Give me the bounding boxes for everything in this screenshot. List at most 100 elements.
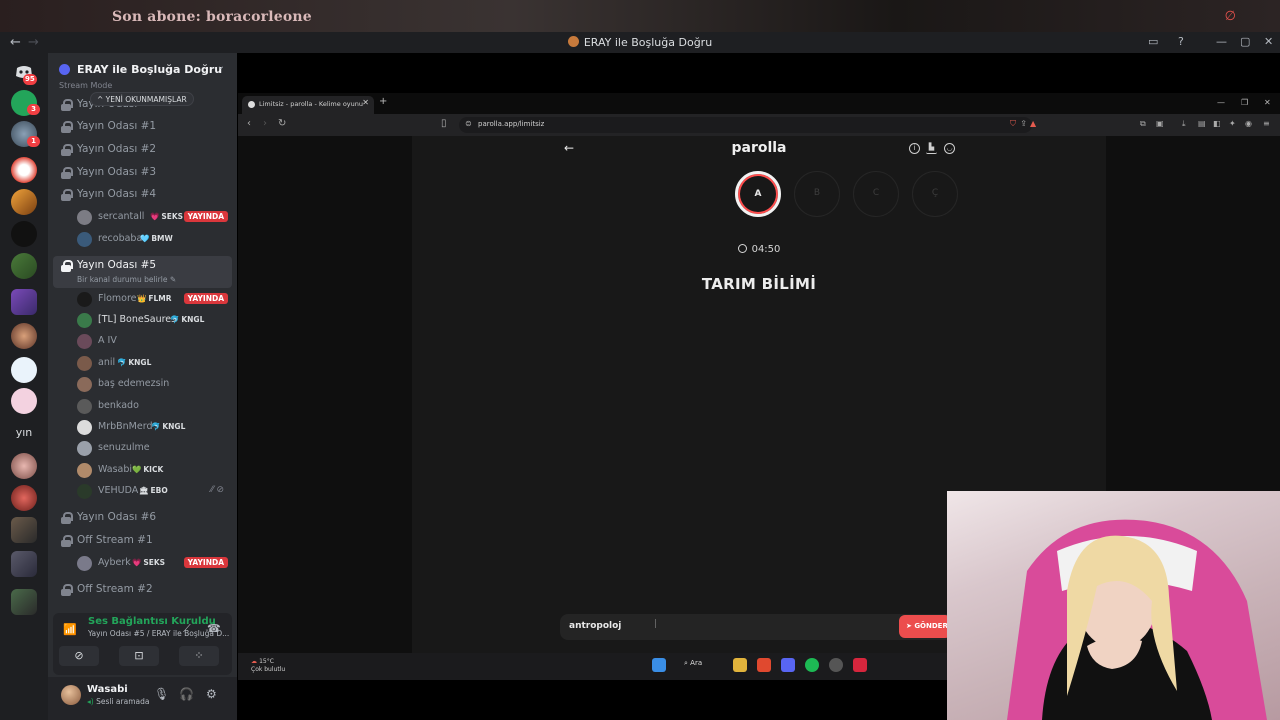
clan-tag: 💗 SEKS — [150, 212, 183, 221]
disconnect-icon[interactable]: ☎ — [207, 622, 221, 635]
voice-user-anil[interactable]: anil 🐬 KNGL — [77, 353, 232, 373]
activities-button[interactable]: ⁘ — [179, 646, 219, 666]
server-icon-4[interactable] — [11, 189, 37, 215]
brand-logo-icon: ∅ — [1224, 9, 1236, 24]
start-icon[interactable] — [652, 658, 666, 672]
server-icon-7[interactable] — [11, 323, 37, 349]
channel-yayin-odasi-1[interactable]: Yayın Odası #1 — [53, 117, 232, 137]
server-icon-8[interactable] — [11, 357, 37, 383]
site-info-icon[interactable]: ⊜ — [465, 119, 472, 128]
headphones-icon[interactable]: 🎧 — [179, 687, 194, 701]
channel-status-hint[interactable]: Bir kanal durumu belirle ✎ — [77, 275, 176, 284]
server-icon-11[interactable] — [11, 485, 37, 511]
minimize-button[interactable]: — — [1216, 35, 1227, 48]
server-folder-icon-4[interactable] — [11, 589, 37, 615]
tab-close-icon[interactable]: ✕ — [362, 98, 369, 107]
obs-icon[interactable] — [829, 658, 843, 672]
voice-user-benkado[interactable]: benkado — [77, 396, 232, 416]
app-taskbar-icon[interactable] — [853, 658, 867, 672]
server-icon-6[interactable] — [11, 253, 37, 279]
channel-off-stream-1[interactable]: Off Stream #1 — [53, 531, 232, 551]
server-icon-10[interactable] — [11, 453, 37, 479]
extensions-icon[interactable]: ⧉ — [1140, 119, 1146, 129]
browser-close-button[interactable]: ✕ — [1264, 98, 1271, 107]
profile-icon[interactable]: ◡ — [944, 143, 955, 154]
server-icon-5[interactable] — [11, 221, 37, 247]
weather-widget[interactable]: ☁ 15°C Çok bulutlu — [251, 658, 285, 674]
taskbar-search[interactable]: ⌕ Ara — [684, 659, 702, 668]
voice-user-flomore[interactable]: Flomore 👑 FLMR YAYINDA — [77, 289, 232, 309]
server-icon-3[interactable] — [11, 157, 37, 183]
brave-rewards-icon[interactable]: ▲ — [1030, 119, 1036, 128]
leo-ai-icon[interactable]: ✦ — [1229, 119, 1236, 128]
brave-browser-icon[interactable] — [757, 658, 771, 672]
browser-back-icon[interactable]: ‹ — [247, 118, 251, 129]
screen-share-button[interactable]: ⊡ — [119, 646, 159, 666]
tab-title: Limitsiz - parolla - Kelime oyunu — [259, 100, 364, 108]
avatar[interactable] — [61, 685, 81, 705]
wallet-icon[interactable]: ◧ — [1213, 119, 1221, 128]
browser-tab[interactable]: Limitsiz - parolla - Kelime oyunu ✕ — [242, 96, 374, 114]
voice-user-wasabi[interactable]: Wasabi 💚 KICK — [77, 460, 232, 480]
gear-icon[interactable]: ⚙ — [206, 687, 217, 701]
new-tab-icon[interactable]: + — [379, 96, 387, 107]
channel-status-text: Bir kanal durumu belirle — [77, 275, 168, 284]
channel-yayin-odasi-4[interactable]: Yayın Odası #4 — [53, 185, 232, 205]
voice-user-bonesaures[interactable]: [TL] BoneSaures 🐬 KNGL — [77, 310, 232, 330]
clan-dolphin-icon: 🐬 — [170, 315, 180, 324]
bookmark-icon[interactable]: ▯ — [441, 118, 447, 129]
chevron-down-icon[interactable]: ⌄ — [217, 61, 225, 72]
share-icon[interactable]: ⇪ — [1020, 119, 1027, 128]
server-folder-icon-2[interactable] — [11, 517, 37, 543]
channel-yayin-odasi-6[interactable]: Yayın Odası #6 — [53, 508, 232, 528]
browser-minimize-button[interactable]: — — [1217, 98, 1225, 107]
channel-label: Yayın Odası #4 — [77, 188, 157, 200]
info-icon[interactable]: i — [909, 143, 920, 154]
help-icon[interactable]: ? — [1178, 35, 1184, 48]
channel-yayin-odasi-3[interactable]: Yayın Odası #3 — [53, 163, 232, 183]
signal-icon[interactable]: 📶 — [63, 623, 77, 636]
stats-icon[interactable]: ▙ — [926, 143, 937, 154]
close-button[interactable]: ✕ — [1264, 35, 1273, 48]
channel-yayin-odasi-2[interactable]: Yayın Odası #2 — [53, 140, 232, 160]
voice-user-ayberk[interactable]: Ayberk 💗 SEKS YAYINDA — [77, 553, 232, 573]
file-explorer-icon[interactable] — [733, 658, 747, 672]
voice-user-recobaba[interactable]: recobaba 🩵 BMW — [77, 229, 232, 249]
user-name: benkado — [98, 400, 139, 411]
voice-user-mrbbnmerd[interactable]: MrbBnMerd 🐬 KNGL — [77, 417, 232, 437]
noise-suppression-icon[interactable]: ⟋ — [183, 622, 191, 636]
voice-user-bas-edemezsin[interactable]: baş edemezsin — [77, 374, 232, 394]
server-folder-icon[interactable] — [11, 289, 37, 315]
clan-crown-icon: 👑 — [137, 294, 147, 303]
inbox-icon[interactable]: ▭ — [1148, 35, 1158, 48]
microphone-icon[interactable]: 🎙 — [154, 687, 169, 701]
voice-user-vehuda[interactable]: VEHUDA 🏛 EBO ⁄⁄ ⊘ — [77, 481, 232, 501]
voice-status[interactable]: Ses Bağlantısı Kuruldu — [88, 616, 216, 627]
server-folder-icon-3[interactable] — [11, 551, 37, 577]
new-unreads-pill[interactable]: ^ YENİ OKUNMAMIŞLAR — [90, 92, 194, 106]
browser-forward-icon[interactable]: › — [263, 118, 267, 129]
maximize-button[interactable]: ▢ — [1240, 35, 1250, 48]
server-text-icon[interactable]: yın — [0, 426, 48, 439]
user-name: Wasabi — [98, 464, 133, 475]
voice-user-senuzulme[interactable]: senuzulme — [77, 438, 232, 458]
brave-shields-icon[interactable]: ⛉ — [1010, 119, 1016, 129]
reload-icon[interactable]: ↻ — [278, 118, 286, 129]
sidebar-icon[interactable]: ▣ — [1156, 119, 1164, 128]
voice-user-sercantall[interactable]: sercantall 💗 SEKS YAYINDA — [77, 207, 232, 227]
channel-off-stream-2[interactable]: Off Stream #2 — [53, 580, 232, 600]
avatar — [77, 484, 92, 499]
discord-taskbar-icon[interactable] — [781, 658, 795, 672]
send-button[interactable]: ➤ GÖNDER — [899, 615, 951, 638]
browser-restore-button[interactable]: ❐ — [1241, 98, 1248, 107]
server-icon-9[interactable] — [11, 388, 37, 414]
camera-off-button[interactable]: ⊘ — [59, 646, 99, 666]
address-bar[interactable]: ⊜ parolla.app/limitsiz ⇪ — [459, 117, 1032, 133]
download-icon[interactable]: ⤓ — [1182, 119, 1186, 129]
voice-user-aiv[interactable]: A IV — [77, 331, 232, 351]
spotify-icon[interactable] — [805, 658, 819, 672]
vpn-icon[interactable]: ◉ — [1245, 119, 1252, 128]
user-name[interactable]: Wasabi — [87, 684, 128, 695]
menu-icon[interactable]: ≡ — [1263, 119, 1270, 128]
reader-icon[interactable]: ▤ — [1198, 119, 1206, 128]
